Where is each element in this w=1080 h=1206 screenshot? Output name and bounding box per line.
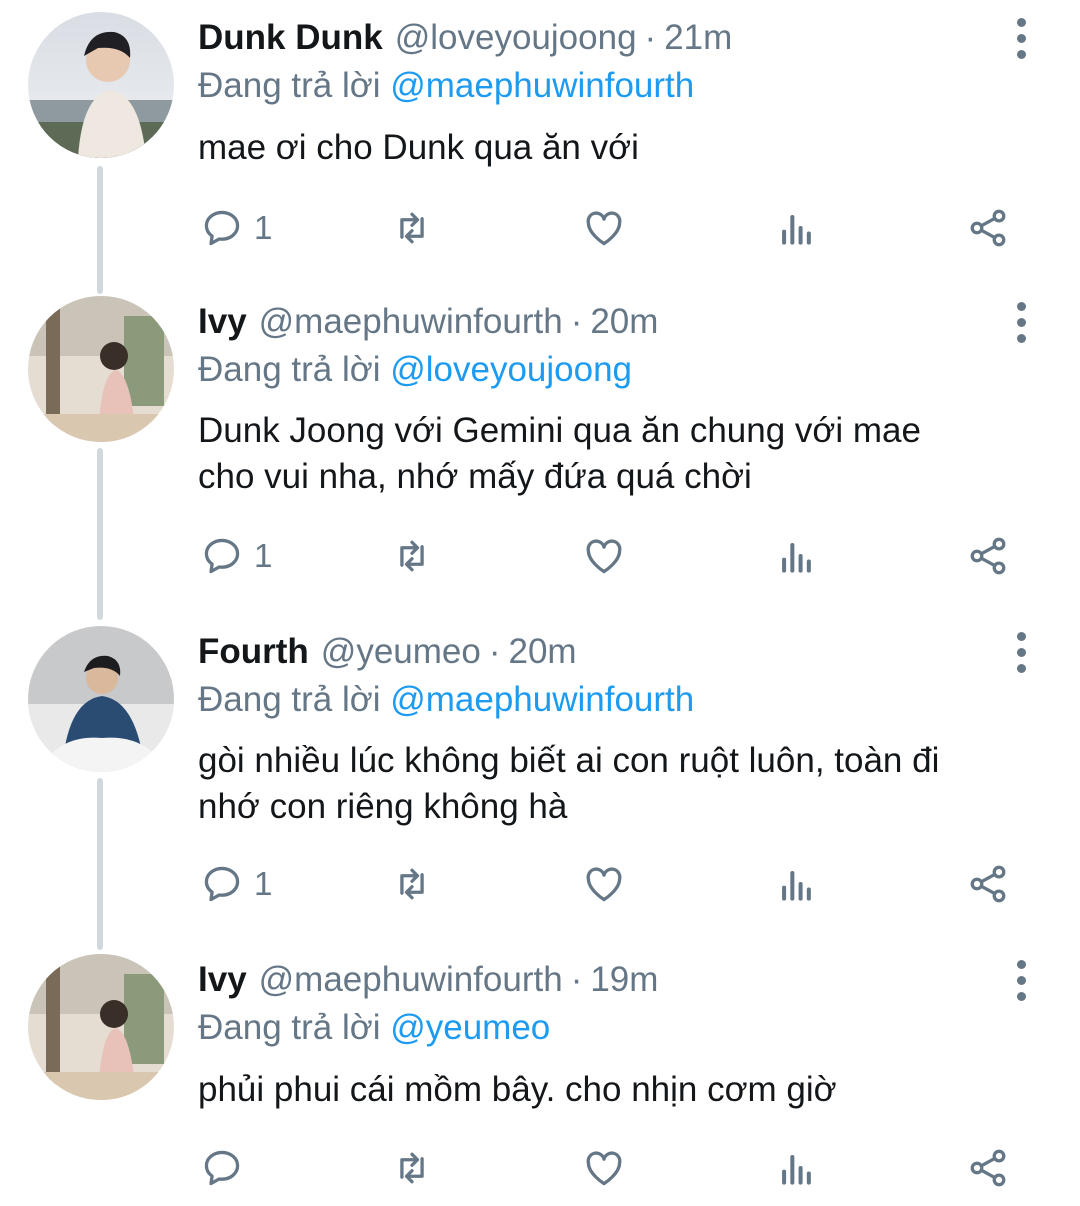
tweet-text: phủi phui cái mồm bây. cho nhịn cơm giờ: [198, 1070, 837, 1109]
reply-button[interactable]: 1: [200, 856, 272, 912]
share-button[interactable]: [966, 200, 1010, 256]
share-icon: [970, 865, 1006, 903]
display-name[interactable]: Ivy: [198, 298, 247, 346]
tweet[interactable]: Ivy @maephuwinfourth · 19m Đang trả lời …: [0, 950, 1080, 1206]
replying-to-label: Đang trả lời: [198, 680, 381, 719]
share-button[interactable]: [966, 856, 1010, 912]
separator: ·: [570, 960, 583, 999]
reply-count: 1: [254, 865, 273, 902]
retweet-icon: [400, 540, 424, 572]
separator: ·: [644, 18, 657, 57]
reply-button[interactable]: [200, 1140, 254, 1196]
like-icon: [586, 211, 622, 246]
share-icon: [970, 209, 1006, 247]
display-name[interactable]: Ivy: [198, 956, 247, 1004]
share-button[interactable]: [966, 1140, 1010, 1196]
more-icon[interactable]: [1005, 956, 1037, 1004]
reply-button[interactable]: 1: [200, 528, 272, 584]
reply-mention[interactable]: @maephuwinfourth: [390, 680, 694, 719]
reply-mention[interactable]: @yeumeo: [390, 1008, 550, 1047]
like-button[interactable]: [582, 200, 626, 256]
more-icon[interactable]: [1005, 298, 1037, 346]
handle[interactable]: @loveyoujoong: [395, 14, 637, 62]
replying-to: Đang trả lời @maephuwinfourth: [198, 62, 694, 110]
tweet-text: gòi nhiều lúc không biết ai con ruột luô…: [198, 738, 1058, 830]
replying-to-label: Đang trả lời: [198, 66, 381, 105]
like-icon: [586, 1151, 622, 1186]
avatar[interactable]: [28, 626, 174, 772]
separator: ·: [570, 302, 583, 341]
reply-mention[interactable]: @loveyoujoong: [390, 350, 632, 389]
like-icon: [586, 867, 622, 902]
tweet-text: mae ơi cho Dunk qua ăn với: [198, 128, 639, 167]
replying-to: Đang trả lời @loveyoujoong: [198, 346, 632, 394]
retweet-icon: [400, 212, 424, 244]
display-name[interactable]: Fourth: [198, 628, 309, 676]
reply-icon: [204, 866, 240, 902]
avatar[interactable]: [28, 954, 174, 1100]
replying-to: Đang trả lời @maephuwinfourth: [198, 676, 694, 724]
more-icon[interactable]: [1005, 14, 1037, 62]
separator: ·: [488, 632, 501, 671]
tweet-text-line: gòi nhiều lúc không biết ai con ruột luô…: [198, 741, 940, 780]
tweet-text: Dunk Joong với Gemini qua ăn chung với m…: [198, 408, 1058, 500]
retweet-button[interactable]: [390, 856, 434, 912]
reply-icon: [204, 1150, 240, 1186]
like-button[interactable]: [582, 1140, 626, 1196]
display-name[interactable]: Dunk Dunk: [198, 14, 383, 62]
retweet-icon: [400, 1152, 424, 1184]
like-icon: [586, 539, 622, 574]
analytics-icon: [782, 870, 811, 901]
analytics-button[interactable]: [774, 528, 818, 584]
share-icon: [970, 537, 1006, 575]
timestamp[interactable]: 21m: [664, 14, 732, 62]
like-button[interactable]: [582, 528, 626, 584]
timestamp[interactable]: 19m: [590, 956, 658, 1004]
tweet[interactable]: Ivy @maephuwinfourth · 20m Đang trả lời …: [0, 290, 1080, 620]
tweet-text-line: Dunk Joong với Gemini qua ăn chung với m…: [198, 411, 921, 450]
retweet-button[interactable]: [390, 1140, 434, 1196]
analytics-button[interactable]: [774, 856, 818, 912]
handle[interactable]: @maephuwinfourth: [259, 956, 563, 1004]
retweet-icon: [400, 868, 424, 900]
avatar[interactable]: [28, 12, 174, 158]
reply-button[interactable]: 1: [200, 200, 272, 256]
more-icon[interactable]: [1005, 628, 1037, 676]
reply-icon: [204, 538, 240, 574]
analytics-button[interactable]: [774, 200, 818, 256]
tweet[interactable]: Fourth @yeumeo · 20m Đang trả lời @maeph…: [0, 620, 1080, 950]
reply-icon: [204, 210, 240, 246]
timestamp[interactable]: 20m: [590, 298, 658, 346]
replying-to-label: Đang trả lời: [198, 1008, 381, 1047]
replying-to-label: Đang trả lời: [198, 350, 381, 389]
tweet[interactable]: Dunk Dunk @loveyoujoong · 21m Đang trả l…: [0, 0, 1080, 290]
reply-mention[interactable]: @maephuwinfourth: [390, 66, 694, 105]
share-button[interactable]: [966, 528, 1010, 584]
share-icon: [970, 1149, 1006, 1187]
analytics-icon: [782, 542, 811, 573]
avatar[interactable]: [28, 296, 174, 442]
handle[interactable]: @yeumeo: [321, 628, 481, 676]
timestamp[interactable]: 20m: [509, 628, 577, 676]
tweet-text-line: nhớ con riêng không hà: [198, 787, 568, 826]
analytics-icon: [782, 214, 811, 245]
reply-count: 1: [254, 537, 273, 574]
replying-to: Đang trả lời @yeumeo: [198, 1004, 550, 1052]
tweet-text-line: cho vui nha, nhớ mấy đứa quá chời: [198, 457, 752, 496]
analytics-icon: [782, 1154, 811, 1185]
analytics-button[interactable]: [774, 1140, 818, 1196]
reply-count: 1: [254, 209, 273, 246]
handle[interactable]: @maephuwinfourth: [259, 298, 563, 346]
like-button[interactable]: [582, 856, 626, 912]
retweet-button[interactable]: [390, 200, 434, 256]
retweet-button[interactable]: [390, 528, 434, 584]
